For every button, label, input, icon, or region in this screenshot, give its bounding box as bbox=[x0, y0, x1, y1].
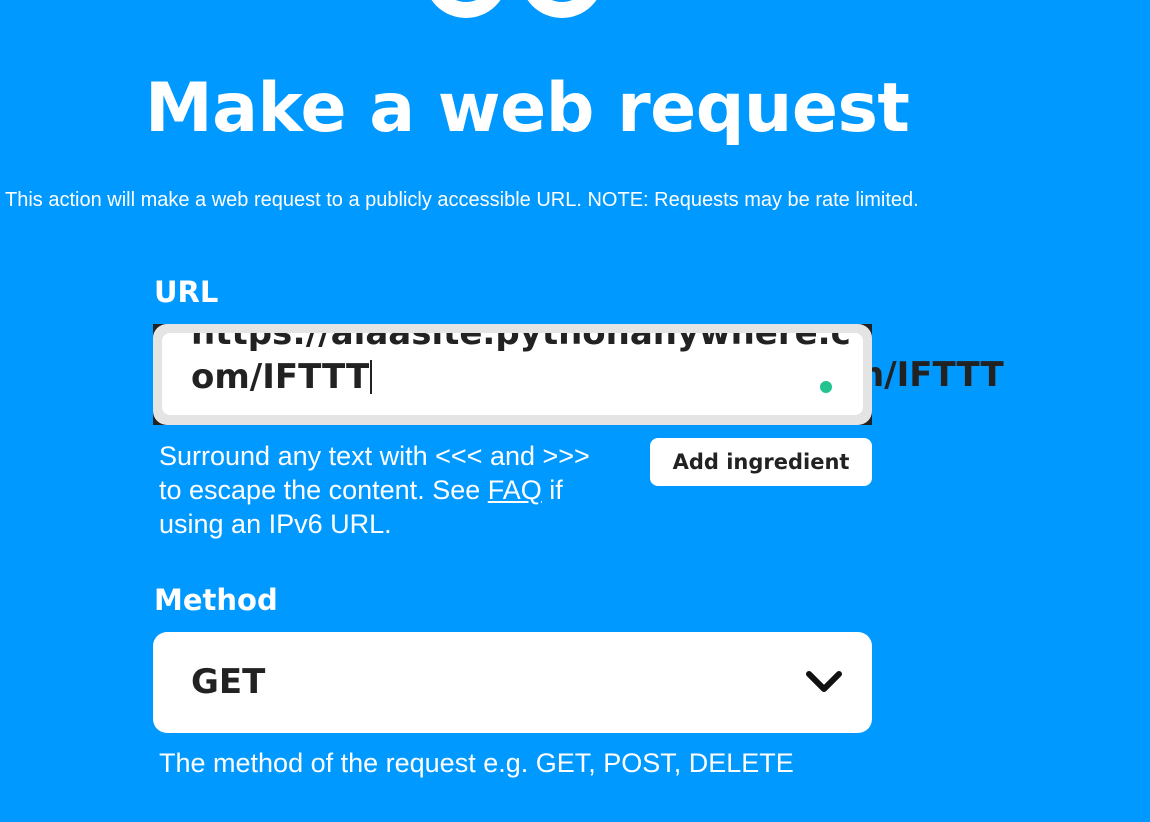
faq-link[interactable]: FAQ bbox=[488, 475, 542, 505]
chevron-down-icon bbox=[806, 671, 842, 692]
service-logo-icon bbox=[431, 0, 597, 18]
method-selected-value: GET bbox=[191, 662, 266, 702]
method-select[interactable]: GET bbox=[153, 632, 872, 733]
url-label: URL bbox=[154, 275, 219, 309]
url-helper-text: Surround any text with <<< and >>> to es… bbox=[159, 439, 599, 541]
method-label: Method bbox=[154, 583, 278, 617]
url-input-inner[interactable]: https://aiaasite.pythonanywhere.c om/IFT… bbox=[162, 333, 863, 415]
url-value-line-2: om/IFTTT bbox=[191, 355, 821, 399]
url-input-text[interactable]: https://aiaasite.pythonanywhere.c om/IFT… bbox=[191, 333, 851, 399]
status-dot-icon bbox=[820, 381, 832, 393]
page-title: Make a web request bbox=[145, 69, 910, 148]
page-description: This action will make a web request to a… bbox=[5, 189, 919, 211]
url-input[interactable]: https://aiaasite.pythonanywhere.c om/IFT… bbox=[153, 324, 872, 425]
url-value-line-1: https://aiaasite.pythonanywhere.c bbox=[191, 333, 851, 353]
text-cursor bbox=[370, 360, 373, 394]
url-overflow-text: n/IFTTT bbox=[860, 355, 1004, 395]
url-value-line-2-text: om/IFTTT bbox=[191, 357, 370, 397]
add-ingredient-button[interactable]: Add ingredient bbox=[650, 438, 872, 486]
method-helper-text: The method of the request e.g. GET, POST… bbox=[159, 748, 794, 778]
